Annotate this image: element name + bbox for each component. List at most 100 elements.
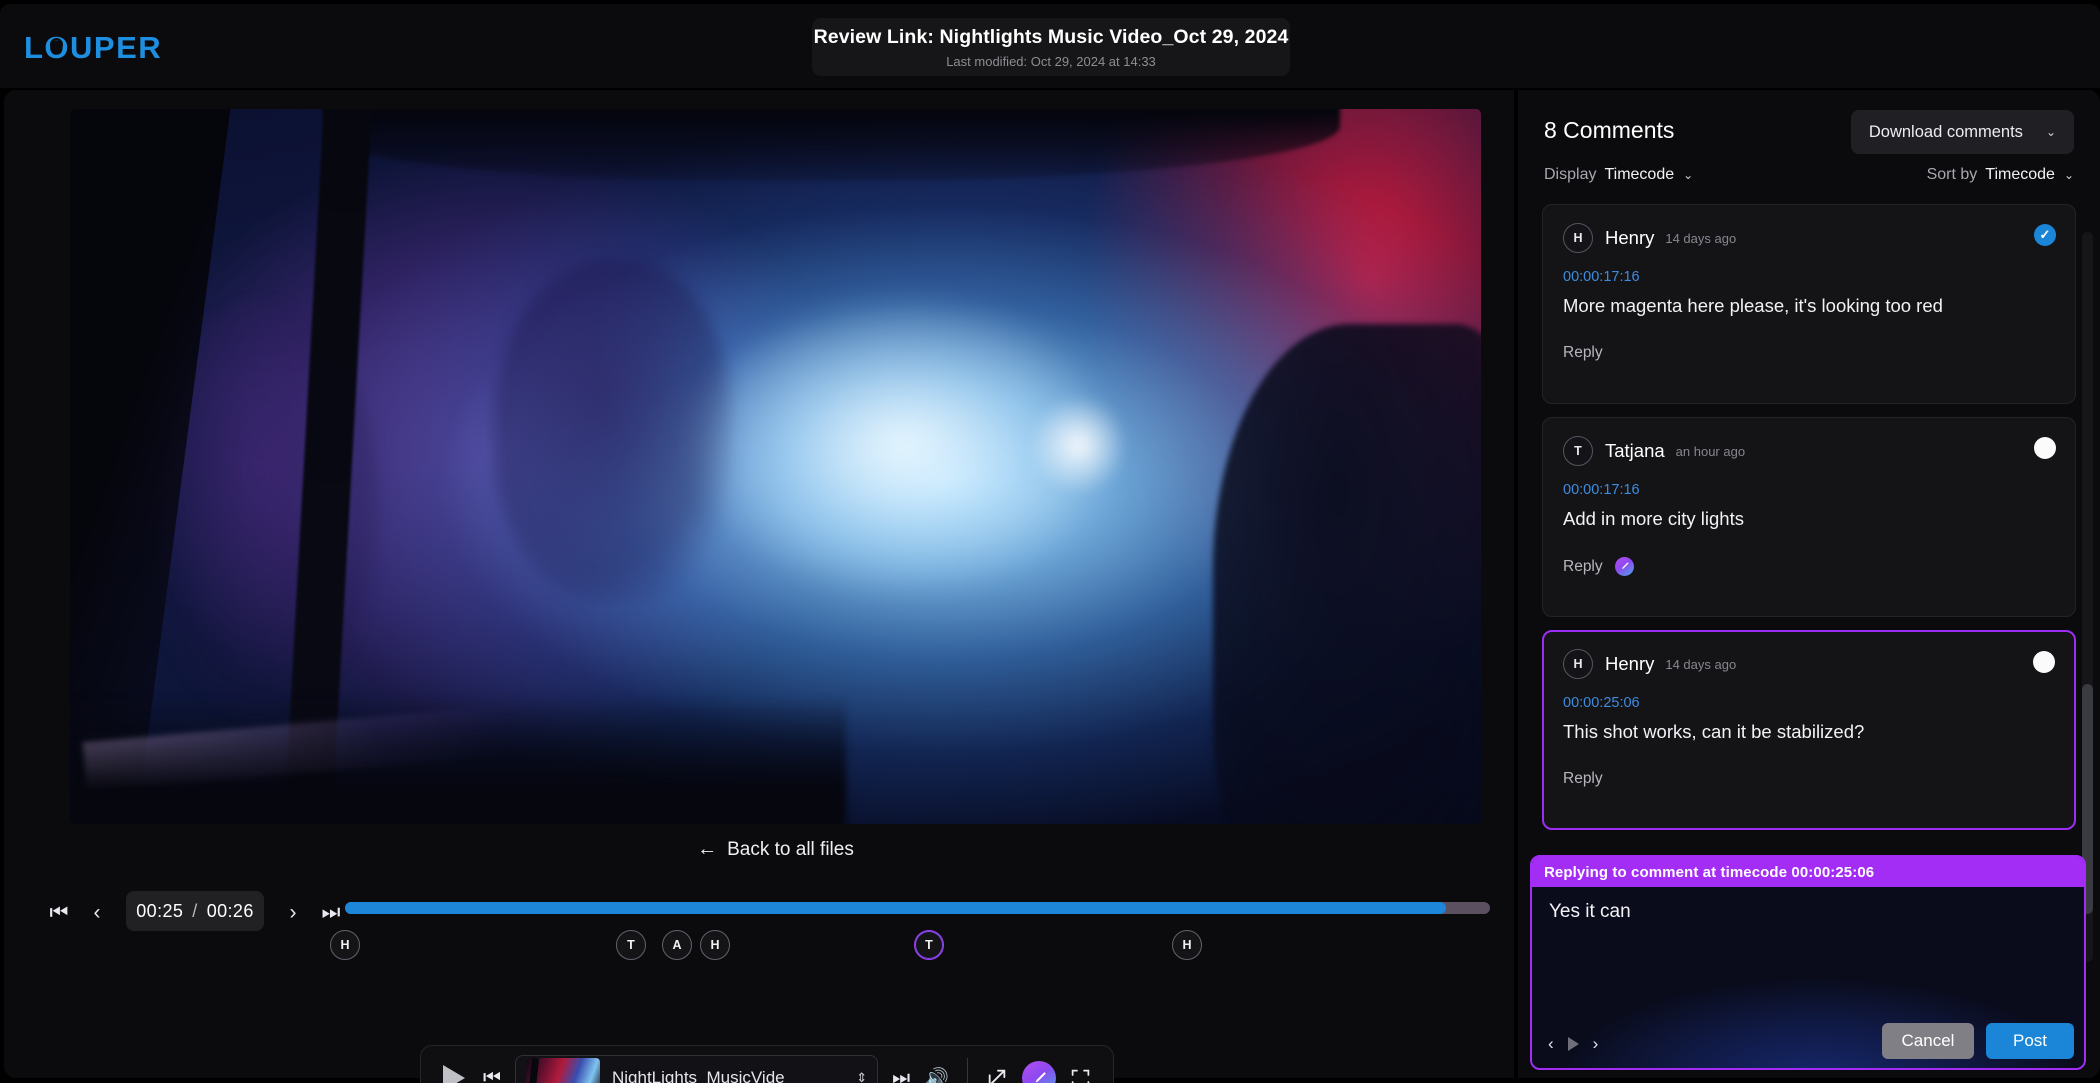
timeline-marker[interactable]: A: [662, 930, 692, 960]
comment-reply-row[interactable]: Reply: [1563, 344, 2055, 362]
post-button[interactable]: Post: [1986, 1023, 2074, 1059]
comment-header: H Henry 14 days ago: [1563, 223, 2055, 253]
timeline-marker[interactable]: T: [616, 930, 646, 960]
chevron-updown-icon[interactable]: ⇕: [856, 1070, 867, 1083]
comment-author: Henry: [1605, 653, 1655, 674]
reply-link[interactable]: Reply: [1563, 558, 1603, 576]
comment-text: This shot works, can it be stabilized?: [1563, 721, 1865, 742]
chevron-left-icon[interactable]: ‹: [1548, 1034, 1554, 1054]
volume-icon[interactable]: 🔊: [924, 1066, 949, 1083]
marker-initial: T: [627, 938, 635, 952]
reply-frame-nav: ‹ ›: [1548, 1034, 1598, 1054]
top-bar: LOUPER Review Link: Nightlights Music Vi…: [0, 4, 2100, 88]
chevron-right-icon[interactable]: ›: [1593, 1034, 1599, 1054]
marker-initial: T: [925, 938, 933, 952]
comments-filter-row: Display Timecode ⌄ Sort by Timecode ⌄: [1544, 166, 2074, 190]
back-to-all-files-link[interactable]: ← Back to all files: [70, 838, 1481, 861]
sort-filter[interactable]: Sort by Timecode ⌄: [1927, 166, 2074, 184]
timeline-marker[interactable]: H: [700, 930, 730, 960]
next-clip-icon[interactable]: ⏭: [892, 1067, 910, 1083]
comment-text: More magenta here please, it's looking t…: [1563, 295, 1943, 316]
app-root: LOUPER Review Link: Nightlights Music Vi…: [0, 0, 2100, 1083]
total-time: 00:26: [206, 900, 254, 921]
sort-label: Sort by: [1926, 166, 1978, 183]
comment-reply-row[interactable]: Reply: [1563, 557, 2055, 577]
cancel-button[interactable]: Cancel: [1882, 1023, 1974, 1059]
skip-to-start-icon[interactable]: ⏮: [46, 899, 72, 925]
magnifier-ring-icon: [50, 38, 63, 51]
back-arrow-icon: ←: [697, 838, 718, 860]
comment-timestamp: 14 days ago: [1665, 656, 1737, 672]
display-filter[interactable]: Display Timecode ⌄: [1544, 166, 1693, 184]
comment-timecode[interactable]: 00:00:25:06: [1563, 695, 2055, 711]
fullscreen-icon[interactable]: [1070, 1068, 1091, 1083]
comment-timecode[interactable]: 00:00:17:16: [1563, 269, 2055, 285]
timeline-marker[interactable]: H: [330, 930, 360, 960]
annotation-badge-icon[interactable]: [1614, 557, 1634, 577]
timeline-marker[interactable]: H: [1172, 930, 1202, 960]
current-time: 00:25: [136, 900, 184, 921]
chevron-down-icon: ⌄: [1683, 168, 1694, 182]
reply-composer-header: Replying to comment at timecode 00:00:25…: [1532, 857, 2084, 887]
logo-text: LOUPER: [24, 30, 163, 65]
review-title-chip: Review Link: Nightlights Music Video_Oct…: [812, 18, 1290, 76]
comments-scrollbar[interactable]: [2082, 232, 2093, 962]
file-thumbnail: [526, 1058, 600, 1083]
download-comments-button[interactable]: Download comments ⌄: [1850, 110, 2074, 154]
marker-initial: H: [710, 938, 720, 952]
comment-timecode[interactable]: 00:00:17:16: [1563, 482, 2055, 498]
play-icon[interactable]: [443, 1065, 465, 1083]
share-icon[interactable]: [986, 1067, 1008, 1083]
file-select[interactable]: NightLights_MusicVide ⇕: [515, 1055, 879, 1083]
avatar: H: [1563, 649, 1593, 679]
comments-list[interactable]: H Henry 14 days ago ✓ 00:00:17:16 More m…: [1542, 204, 2076, 944]
reply-composer-body[interactable]: Yes it can ‹ › Cancel Post: [1532, 887, 2084, 1068]
brush-icon[interactable]: [1022, 1061, 1056, 1083]
display-label: Display: [1544, 166, 1597, 183]
sort-value: Timecode: [1985, 166, 2055, 183]
avatar: H: [1563, 223, 1593, 253]
video-light-specular: [1029, 395, 1129, 496]
page-title: Review Link: Nightlights Music Video_Oct…: [813, 25, 1289, 48]
comment-reply-row[interactable]: Reply: [1563, 770, 2055, 788]
avatar-initial: H: [1573, 231, 1583, 245]
status-badge-open[interactable]: [2034, 437, 2056, 459]
transport-row: ⏮ ‹ 00:25 / 00:26 › ⏭ H T A H T H: [4, 885, 1514, 960]
comment-timestamp: 14 days ago: [1665, 230, 1737, 246]
video-viewport[interactable]: [70, 109, 1481, 824]
marker-initial: H: [340, 938, 350, 952]
status-badge-resolved[interactable]: ✓: [2034, 224, 2056, 246]
last-modified: Last modified: Oct 29, 2024 at 14:33: [946, 53, 1156, 69]
comment-card-selected[interactable]: H Henry 14 days ago 00:00:25:06 This sho…: [1542, 630, 2076, 830]
reply-input[interactable]: Yes it can: [1549, 901, 1631, 923]
back-link-label: Back to all files: [727, 839, 854, 860]
video-seat-right: [1212, 323, 1481, 824]
timeline-scrubber[interactable]: [345, 902, 1490, 914]
skip-to-end-icon[interactable]: ⏭: [318, 899, 344, 925]
louper-logo[interactable]: LOUPER: [24, 30, 162, 66]
status-badge-open[interactable]: [2033, 651, 2055, 673]
comment-card[interactable]: H Henry 14 days ago ✓ 00:00:17:16 More m…: [1542, 204, 2076, 404]
step-back-icon[interactable]: ‹: [84, 899, 110, 925]
reply-link[interactable]: Reply: [1563, 344, 1603, 362]
avatar: T: [1563, 436, 1593, 466]
step-forward-icon[interactable]: ›: [280, 899, 306, 925]
comments-count: 8 Comments: [1544, 117, 1675, 143]
control-divider: [967, 1058, 968, 1083]
play-icon[interactable]: [1567, 1037, 1579, 1051]
comment-card[interactable]: T Tatjana an hour ago 00:00:17:16 Add in…: [1542, 417, 2076, 617]
file-name-label: NightLights_MusicVide: [612, 1068, 785, 1083]
comment-timestamp: an hour ago: [1675, 443, 1746, 459]
reply-link[interactable]: Reply: [1563, 770, 1603, 788]
time-separator: /: [192, 900, 198, 921]
comment-header: H Henry 14 days ago: [1563, 649, 2055, 679]
comments-header: 8 Comments Download comments ⌄: [1544, 110, 2074, 154]
reply-composer: Replying to comment at timecode 00:00:25…: [1530, 855, 2086, 1070]
chevron-down-icon: ⌄: [2063, 168, 2074, 182]
comment-header: T Tatjana an hour ago: [1563, 436, 2055, 466]
timeline-marker-active[interactable]: T: [914, 930, 944, 960]
previous-clip-icon[interactable]: ⏮: [483, 1067, 501, 1083]
download-comments-label: Download comments: [1868, 122, 2023, 141]
marker-initial: H: [1182, 938, 1192, 952]
time-display[interactable]: 00:25 / 00:26: [126, 891, 264, 931]
